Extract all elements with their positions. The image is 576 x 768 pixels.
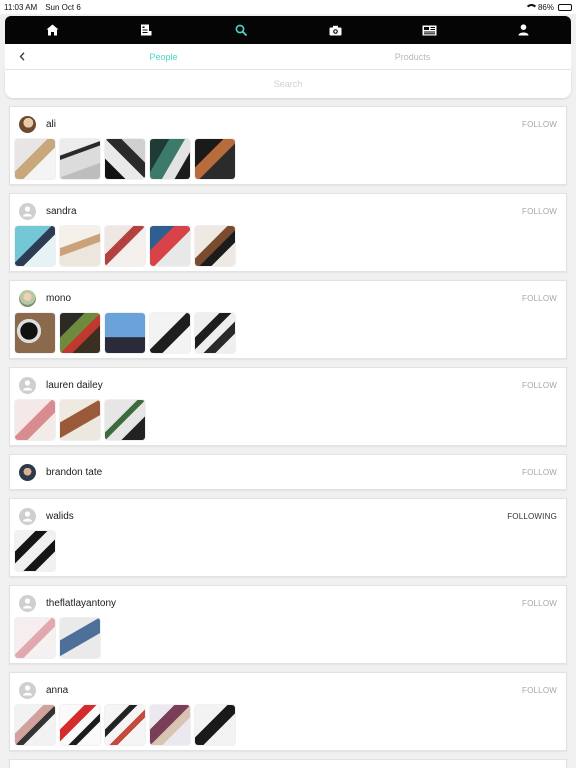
post-thumbnail[interactable] (105, 705, 145, 745)
post-thumbnail[interactable] (15, 313, 55, 353)
username[interactable]: brandon tate (46, 467, 102, 478)
post-thumbnail[interactable] (60, 705, 100, 745)
follow-button[interactable]: FOLLOW (522, 599, 557, 608)
default-avatar-icon (23, 380, 32, 391)
post-thumbnails (15, 139, 235, 179)
battery-percent: 86% (537, 2, 554, 12)
user-card: mono FOLLOW (9, 280, 567, 359)
post-thumbnail[interactable] (105, 313, 145, 353)
user-card-partial (9, 759, 567, 768)
user-card: ali FOLLOW (9, 106, 567, 185)
post-thumbnail[interactable] (195, 139, 235, 179)
segment-control: People Products (39, 52, 537, 62)
back-button[interactable] (5, 44, 39, 70)
user-card: brandon tate FOLLOW (9, 454, 567, 490)
post-thumbnail[interactable] (60, 618, 100, 658)
default-avatar-icon (23, 511, 32, 522)
user-card: lauren dailey FOLLOW (9, 367, 567, 446)
post-thumbnail[interactable] (15, 400, 55, 440)
username[interactable]: walids (46, 511, 74, 522)
follow-button[interactable]: FOLLOW (522, 686, 557, 695)
news-icon[interactable] (419, 20, 439, 40)
post-thumbnails (15, 313, 235, 353)
tab-people[interactable]: People (39, 52, 288, 62)
avatar[interactable] (19, 463, 36, 481)
post-thumbnails (15, 400, 145, 440)
post-thumbnail[interactable] (15, 705, 55, 745)
post-thumbnail[interactable] (195, 226, 235, 266)
post-thumbnails (15, 531, 55, 571)
search-bar (5, 70, 571, 98)
feed-icon[interactable] (136, 20, 156, 40)
default-avatar-icon (23, 685, 32, 696)
avatar[interactable] (19, 202, 36, 220)
search-icon[interactable] (231, 20, 251, 40)
user-card: theflatlayantony FOLLOW (9, 585, 567, 664)
status-right: 86% (524, 2, 572, 12)
username[interactable]: mono (46, 293, 71, 304)
avatar[interactable] (19, 289, 36, 307)
top-nav-bar (5, 16, 571, 44)
user-card: sandra FOLLOW (9, 193, 567, 272)
default-avatar-icon (23, 598, 32, 609)
wifi-icon (524, 3, 538, 11)
follow-button[interactable]: FOLLOW (522, 120, 557, 129)
post-thumbnails (15, 226, 235, 266)
avatar[interactable] (19, 594, 36, 612)
status-bar: 11:03 AM Sun Oct 6 86% (0, 0, 576, 14)
search-header: People Products (5, 44, 571, 70)
post-thumbnails (15, 618, 100, 658)
search-input[interactable] (5, 79, 571, 89)
follow-button[interactable]: FOLLOW (522, 468, 557, 477)
tab-products[interactable]: Products (288, 52, 537, 62)
post-thumbnail[interactable] (60, 139, 100, 179)
post-thumbnail[interactable] (105, 139, 145, 179)
username[interactable]: lauren dailey (46, 380, 103, 391)
avatar[interactable] (19, 681, 36, 699)
user-icon[interactable] (514, 20, 534, 40)
avatar[interactable] (19, 376, 36, 394)
status-date: Sun Oct 6 (45, 2, 81, 12)
camera-icon[interactable] (325, 20, 345, 40)
post-thumbnail[interactable] (150, 139, 190, 179)
status-time: 11:03 AM (4, 2, 38, 12)
user-card: walids FOLLOWING (9, 498, 567, 577)
post-thumbnail[interactable] (195, 705, 235, 745)
post-thumbnail[interactable] (195, 313, 235, 353)
battery-icon (558, 3, 572, 11)
post-thumbnails (15, 705, 235, 745)
username[interactable]: anna (46, 685, 68, 696)
post-thumbnail[interactable] (15, 226, 55, 266)
user-card: anna FOLLOW (9, 672, 567, 751)
chevron-left-icon (19, 52, 25, 61)
post-thumbnail[interactable] (15, 531, 55, 571)
post-thumbnail[interactable] (15, 139, 55, 179)
default-avatar-icon (23, 206, 32, 217)
post-thumbnail[interactable] (15, 618, 55, 658)
post-thumbnail[interactable] (105, 400, 145, 440)
post-thumbnail[interactable] (60, 226, 100, 266)
username[interactable]: ali (46, 119, 56, 130)
follow-button[interactable]: FOLLOW (522, 381, 557, 390)
follow-button[interactable]: FOLLOW (522, 294, 557, 303)
post-thumbnail[interactable] (150, 705, 190, 745)
post-thumbnail[interactable] (60, 400, 100, 440)
post-thumbnail[interactable] (105, 226, 145, 266)
username[interactable]: sandra (46, 206, 77, 217)
username[interactable]: theflatlayantony (46, 598, 116, 609)
avatar[interactable] (19, 115, 36, 133)
post-thumbnail[interactable] (60, 313, 100, 353)
avatar[interactable] (19, 507, 36, 525)
following-button[interactable]: FOLLOWING (507, 512, 557, 521)
home-icon[interactable] (42, 20, 62, 40)
post-thumbnail[interactable] (150, 313, 190, 353)
follow-button[interactable]: FOLLOW (522, 207, 557, 216)
post-thumbnail[interactable] (150, 226, 190, 266)
